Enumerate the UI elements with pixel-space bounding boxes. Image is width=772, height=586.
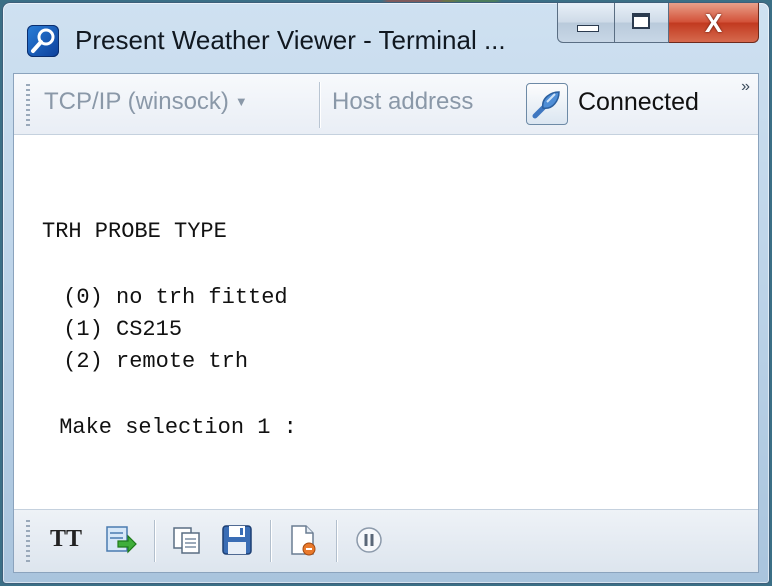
terminal-line: (2) remote trh [50,349,249,374]
maximize-button[interactable] [615,3,669,43]
close-icon: X [704,8,723,38]
connection-type-dropdown[interactable]: TCP/IP (winsock) ▼ [44,88,248,116]
log-file-icon [291,525,316,556]
toolbar-separator [319,82,320,128]
toolbar-grip[interactable] [26,84,30,126]
connection-toolbar: TCP/IP (winsock) ▼ Host address Connected… [14,74,758,135]
send-file-button[interactable] [104,523,138,557]
terminal-line: (0) no trh fitted [50,285,288,310]
save-icon [222,525,252,555]
terminal-output[interactable]: TRH PROBE TYPE (0) no trh fitted (1) CS2… [14,135,758,510]
terminal-line: (1) CS215 [50,317,183,342]
toolbar-grip[interactable] [26,520,30,562]
terminal-window: Present Weather Viewer - Terminal ... X … [2,2,770,584]
terminal-line: TRH PROBE TYPE [42,219,227,244]
client-area: TCP/IP (winsock) ▼ Host address Connected… [13,73,759,573]
pause-icon [356,527,382,553]
host-address-field[interactable]: Host address [332,88,473,116]
log-file-button[interactable] [286,523,320,557]
title-bar[interactable]: Present Weather Viewer - Terminal ... X [3,3,769,73]
magnifier-icon[interactable] [27,25,59,57]
terminal-line: Make selection 1 : [46,415,297,440]
send-file-icon [106,526,137,554]
connection-type-label: TCP/IP (winsock) [44,88,229,115]
action-toolbar: TT [14,509,758,572]
toolbar-separator [336,520,337,562]
save-button[interactable] [220,523,254,557]
minimize-icon [577,25,599,32]
font-button[interactable]: TT [50,526,82,553]
cable-plug-icon [532,91,560,119]
connect-button[interactable] [526,83,568,125]
connection-status: Connected [578,88,699,116]
window-title: Present Weather Viewer - Terminal ... [75,25,506,55]
pause-button[interactable] [352,523,386,557]
toolbar-separator [270,520,271,562]
toolbar-separator [154,520,155,562]
caption-buttons: X [557,3,759,45]
minimize-button[interactable] [557,3,615,43]
toolbar-overflow-button[interactable]: » [741,78,750,96]
copy-icon [173,527,200,554]
maximize-icon [632,13,650,29]
copy-button[interactable] [170,523,204,557]
dropdown-arrow-icon: ▼ [234,94,248,109]
close-button[interactable]: X [669,3,759,43]
